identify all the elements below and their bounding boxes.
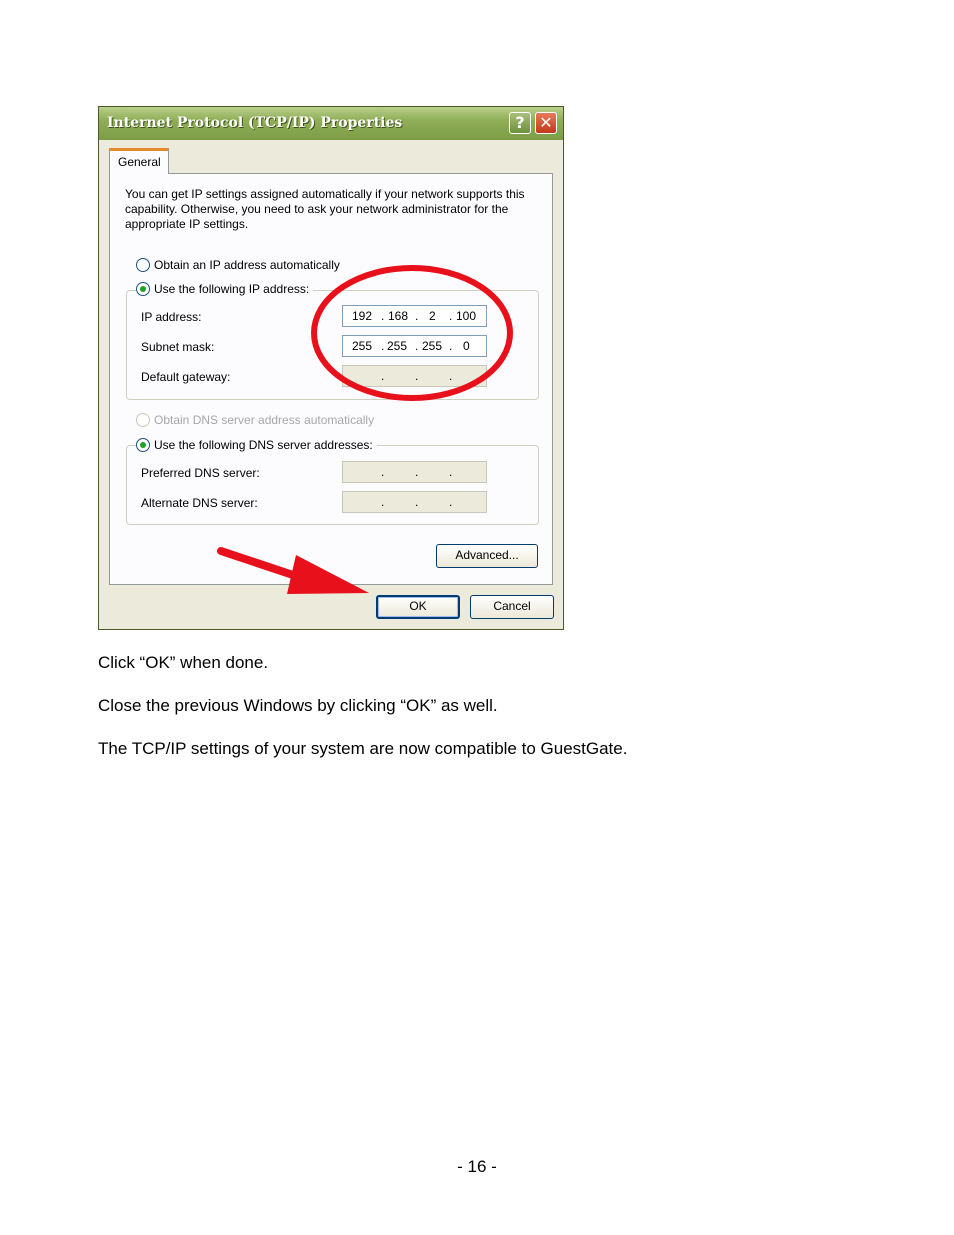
- alternate-dns-label: Alternate DNS server:: [141, 496, 258, 510]
- radio-dns-auto[interactable]: Obtain DNS server address automatically: [136, 413, 374, 427]
- radio-dns-manual[interactable]: Use the following DNS server addresses:: [136, 438, 377, 452]
- alternate-dns-field[interactable]: . . .: [342, 491, 487, 513]
- radio-ip-manual[interactable]: Use the following IP address:: [136, 282, 314, 296]
- close-icon[interactable]: ✕: [535, 112, 557, 134]
- dialog-description: You can get IP settings assigned automat…: [125, 187, 525, 231]
- ip-address-field[interactable]: 192 . 168 . 2 . 100: [342, 305, 487, 327]
- help-icon[interactable]: ?: [509, 112, 531, 134]
- dialog-titlebar[interactable]: Internet Protocol (TCP/IP) Properties ? …: [99, 107, 563, 140]
- radio-ip-auto-label: Obtain an IP address automatically: [154, 258, 340, 272]
- default-gateway-label: Default gateway:: [141, 370, 231, 384]
- ip-address-label: IP address:: [141, 310, 202, 324]
- radio-dns-manual-label: Use the following DNS server addresses:: [154, 438, 373, 452]
- radio-ip-manual-label: Use the following IP address:: [154, 282, 310, 296]
- tab-general[interactable]: General: [109, 148, 169, 174]
- preferred-dns-field[interactable]: . . .: [342, 461, 487, 483]
- tcpip-properties-dialog: Internet Protocol (TCP/IP) Properties ? …: [98, 106, 564, 630]
- advanced-button[interactable]: Advanced...: [436, 544, 538, 568]
- instruction-paragraph: The TCP/IP settings of your system are n…: [98, 739, 628, 758]
- radio-selected-icon: [136, 438, 150, 452]
- ok-button[interactable]: OK: [376, 595, 460, 619]
- radio-disabled-icon: [136, 413, 150, 427]
- radio-unselected-icon: [136, 258, 150, 272]
- instruction-paragraph: Click “OK” when done.: [98, 653, 269, 672]
- default-gateway-field[interactable]: . . .: [342, 365, 487, 387]
- radio-dns-auto-label: Obtain DNS server address automatically: [154, 413, 375, 427]
- page-number: - 16 -: [457, 1157, 497, 1176]
- instruction-paragraph: Close the previous Windows by clicking “…: [98, 696, 498, 715]
- dns-groupbox: [126, 445, 539, 525]
- radio-ip-auto[interactable]: Obtain an IP address automatically: [136, 258, 340, 272]
- dialog-title: Internet Protocol (TCP/IP) Properties: [107, 115, 403, 131]
- radio-selected-icon: [136, 282, 150, 296]
- preferred-dns-label: Preferred DNS server:: [141, 466, 260, 480]
- subnet-mask-label: Subnet mask:: [141, 340, 215, 354]
- subnet-mask-field[interactable]: 255 . 255 . 255 . 0: [342, 335, 487, 357]
- cancel-button[interactable]: Cancel: [470, 595, 554, 619]
